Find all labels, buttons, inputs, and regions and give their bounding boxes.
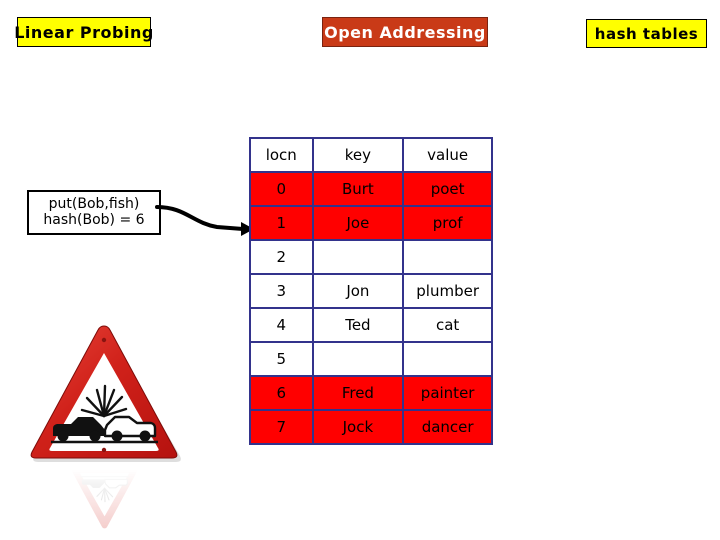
column-header-value: value: [402, 137, 493, 173]
table-cell-value: prof: [402, 205, 493, 241]
hash-table-body: 0 Burt poet 1 Joe prof 2 3 Jon plumber 4 Ted cat 5 6 Fr…: [249, 171, 493, 445]
table-cell-key: [311, 341, 405, 377]
table-cell-locn: 4: [249, 307, 314, 343]
operation-callout: put(Bob,fish) hash(Bob) = 6: [27, 190, 161, 235]
table-header-row: locn key value: [249, 137, 493, 173]
table-row: 6 Fred painter: [249, 375, 493, 411]
table-cell-key: Burt: [311, 171, 405, 207]
table-cell-locn: 5: [249, 341, 314, 377]
callout-line-hash: hash(Bob) = 6: [43, 211, 145, 228]
table-cell-value: plumber: [402, 273, 493, 309]
table-cell-key: Ted: [311, 307, 405, 343]
column-header-locn: locn: [249, 137, 314, 173]
table-cell-locn: 6: [249, 375, 314, 411]
table-cell-locn: 3: [249, 273, 314, 309]
table-cell-locn: 1: [249, 205, 314, 241]
table-cell-locn: 0: [249, 171, 314, 207]
table-cell-value: [402, 239, 493, 275]
table-row: 5: [249, 341, 493, 377]
table-cell-value: poet: [402, 171, 493, 207]
table-row: 3 Jon plumber: [249, 273, 493, 309]
table-cell-value: cat: [402, 307, 493, 343]
car-collision-warning-sign-icon: [30, 325, 181, 462]
table-cell-key: [311, 239, 405, 275]
table-cell-value: dancer: [402, 409, 493, 445]
title-open-addressing: Open Addressing: [322, 17, 488, 47]
table-cell-key: Jon: [311, 273, 405, 309]
title-hash-tables: hash tables: [586, 19, 707, 48]
column-header-key: key: [311, 137, 405, 173]
hash-table: locn key value 0 Burt poet 1 Joe prof 2 3 Jon plu…: [249, 137, 493, 445]
table-cell-key: Joe: [311, 205, 405, 241]
title-hash-tables-text: hash tables: [594, 24, 699, 43]
table-cell-value: painter: [402, 375, 493, 411]
warning-sign-reflection: [72, 469, 138, 529]
title-linear-probing-text: Linear Probing: [14, 22, 154, 42]
table-row: 7 Jock dancer: [249, 409, 493, 445]
table-row: 0 Burt poet: [249, 171, 493, 207]
callout-line-put: put(Bob,fish): [48, 195, 140, 212]
table-row: 1 Joe prof: [249, 205, 493, 241]
title-open-addressing-text: Open Addressing: [324, 22, 486, 42]
table-cell-locn: 7: [249, 409, 314, 445]
table-cell-value: [402, 341, 493, 377]
callout-arrow-icon: [155, 205, 254, 236]
table-row: 4 Ted cat: [249, 307, 493, 343]
title-linear-probing: Linear Probing: [14, 17, 154, 47]
table-cell-locn: 2: [249, 239, 314, 275]
table-row: 2: [249, 239, 493, 275]
table-cell-key: Jock: [311, 409, 405, 445]
table-cell-key: Fred: [311, 375, 405, 411]
